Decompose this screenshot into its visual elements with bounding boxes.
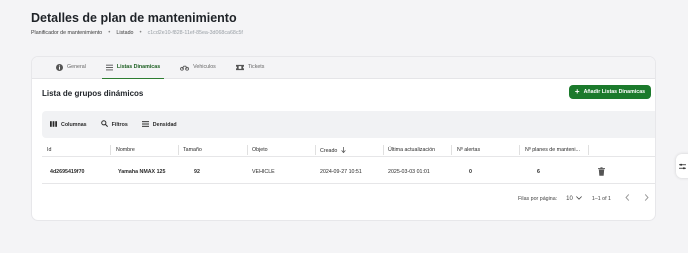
column-separator[interactable]	[178, 145, 179, 155]
cell-creado: 2024-09-27 10:51	[320, 169, 362, 175]
breadcrumb-listado[interactable]: Listado	[116, 30, 133, 36]
tab-label: Vehiculos	[193, 64, 216, 70]
tab-general[interactable]: General	[52, 57, 90, 78]
cell-objeto: VEHICLE	[252, 169, 275, 175]
density-button[interactable]: Densidad	[141, 120, 177, 129]
column-separator[interactable]	[383, 145, 384, 155]
tab-vehiculos[interactable]: Vehiculos	[176, 57, 220, 78]
column-header-id[interactable]: Id	[47, 147, 51, 153]
tab-label: Listas Dinamicas	[116, 64, 161, 70]
column-header-creado[interactable]: Creado	[320, 147, 347, 155]
filters-button[interactable]: Filtros	[100, 120, 128, 129]
cell-ultima-actualizacion: 2025-03-03 01:01	[388, 169, 430, 175]
pagination-range: 1–1 of 1	[591, 195, 611, 202]
columns-button[interactable]: Columnas	[50, 120, 87, 129]
next-page-button[interactable]	[644, 194, 649, 203]
search-icon	[100, 120, 108, 129]
breadcrumb-current: c1cd2e10-f828-11ef-85ea-3d068ca68c5f	[147, 30, 243, 36]
add-button-label: Añadir Listas Dinamicas	[583, 89, 646, 95]
rows-per-page-select[interactable]: 10	[566, 196, 582, 202]
plus-icon: +	[574, 87, 580, 96]
breadcrumb: Planificador de mantenimiento • Listado …	[31, 30, 243, 36]
trash-icon[interactable]	[598, 167, 605, 178]
previous-page-button[interactable]	[625, 194, 630, 203]
breadcrumb-separator: •	[108, 30, 111, 36]
chevron-down-icon	[575, 195, 582, 202]
cell-nombre: Yamaha NMAX 125	[118, 169, 166, 175]
cell-tamano: 92	[194, 169, 200, 175]
add-dynamic-list-button[interactable]: + Añadir Listas Dinamicas	[569, 85, 651, 99]
grid-toolbar: Columnas Filtros Densidad	[42, 111, 655, 138]
density-icon	[141, 120, 149, 129]
cell-id: 4d2695419f70	[50, 169, 85, 175]
cell-alertas: 0	[469, 169, 472, 175]
column-header-nombre[interactable]: Nombre	[116, 147, 135, 153]
rows-per-page-value: 10	[566, 195, 573, 202]
pagination: Filas por página: 10 1–1 of 1	[518, 194, 649, 203]
tab-listas-dinamicas[interactable]: Listas Dinamicas	[101, 57, 165, 79]
list-icon	[105, 64, 113, 71]
column-separator[interactable]	[110, 145, 111, 155]
rows-per-page-label: Filas por página:	[517, 195, 558, 202]
tab-tickets[interactable]: Tickets	[232, 57, 269, 78]
table-row[interactable]: 4d2695419f70 Yamaha NMAX 125 92 VEHICLE …	[42, 161, 655, 184]
main-card: General Listas Dinamicas Vehiculos Ticke…	[31, 56, 656, 221]
tab-label: General	[67, 64, 86, 70]
density-label: Densidad	[152, 121, 177, 128]
settings-drawer-handle[interactable]	[676, 154, 688, 178]
column-separator[interactable]	[247, 145, 248, 155]
column-header-alertas[interactable]: Nº alertas	[457, 147, 480, 153]
column-header-creado-label: Creado	[320, 148, 338, 154]
column-header-ultima-actualizacion[interactable]: Última actualización	[388, 147, 435, 153]
motorcycle-icon	[180, 64, 190, 71]
info-icon	[56, 63, 63, 71]
cell-planes: 6	[537, 169, 540, 175]
column-header-tamano[interactable]: Tamaño	[183, 147, 202, 153]
columns-label: Columnas	[61, 121, 87, 128]
page-title: Detalles de plan de mantenimiento	[31, 11, 237, 25]
column-header-planes[interactable]: Nº planes de manteni...	[525, 147, 580, 153]
column-header-objeto[interactable]: Objeto	[252, 147, 268, 153]
ticket-icon	[235, 64, 244, 71]
column-separator[interactable]	[588, 145, 589, 155]
arrow-down-icon[interactable]	[341, 147, 347, 155]
filters-label: Filtros	[111, 121, 128, 128]
column-separator[interactable]	[451, 145, 452, 155]
breadcrumb-planificador[interactable]: Planificador de mantenimiento	[31, 30, 102, 36]
sliders-icon	[679, 157, 686, 175]
column-separator[interactable]	[315, 145, 316, 155]
tabs-bar: General Listas Dinamicas Vehiculos Ticke…	[32, 57, 655, 79]
breadcrumb-separator: •	[139, 30, 142, 36]
column-separator[interactable]	[519, 145, 520, 155]
columns-icon	[50, 120, 57, 129]
table-header: Id Nombre Tamaño Objeto Creado Última ac…	[42, 143, 655, 157]
tab-label: Tickets	[247, 64, 265, 70]
section-title: Lista de grupos dinámicos	[42, 89, 144, 98]
